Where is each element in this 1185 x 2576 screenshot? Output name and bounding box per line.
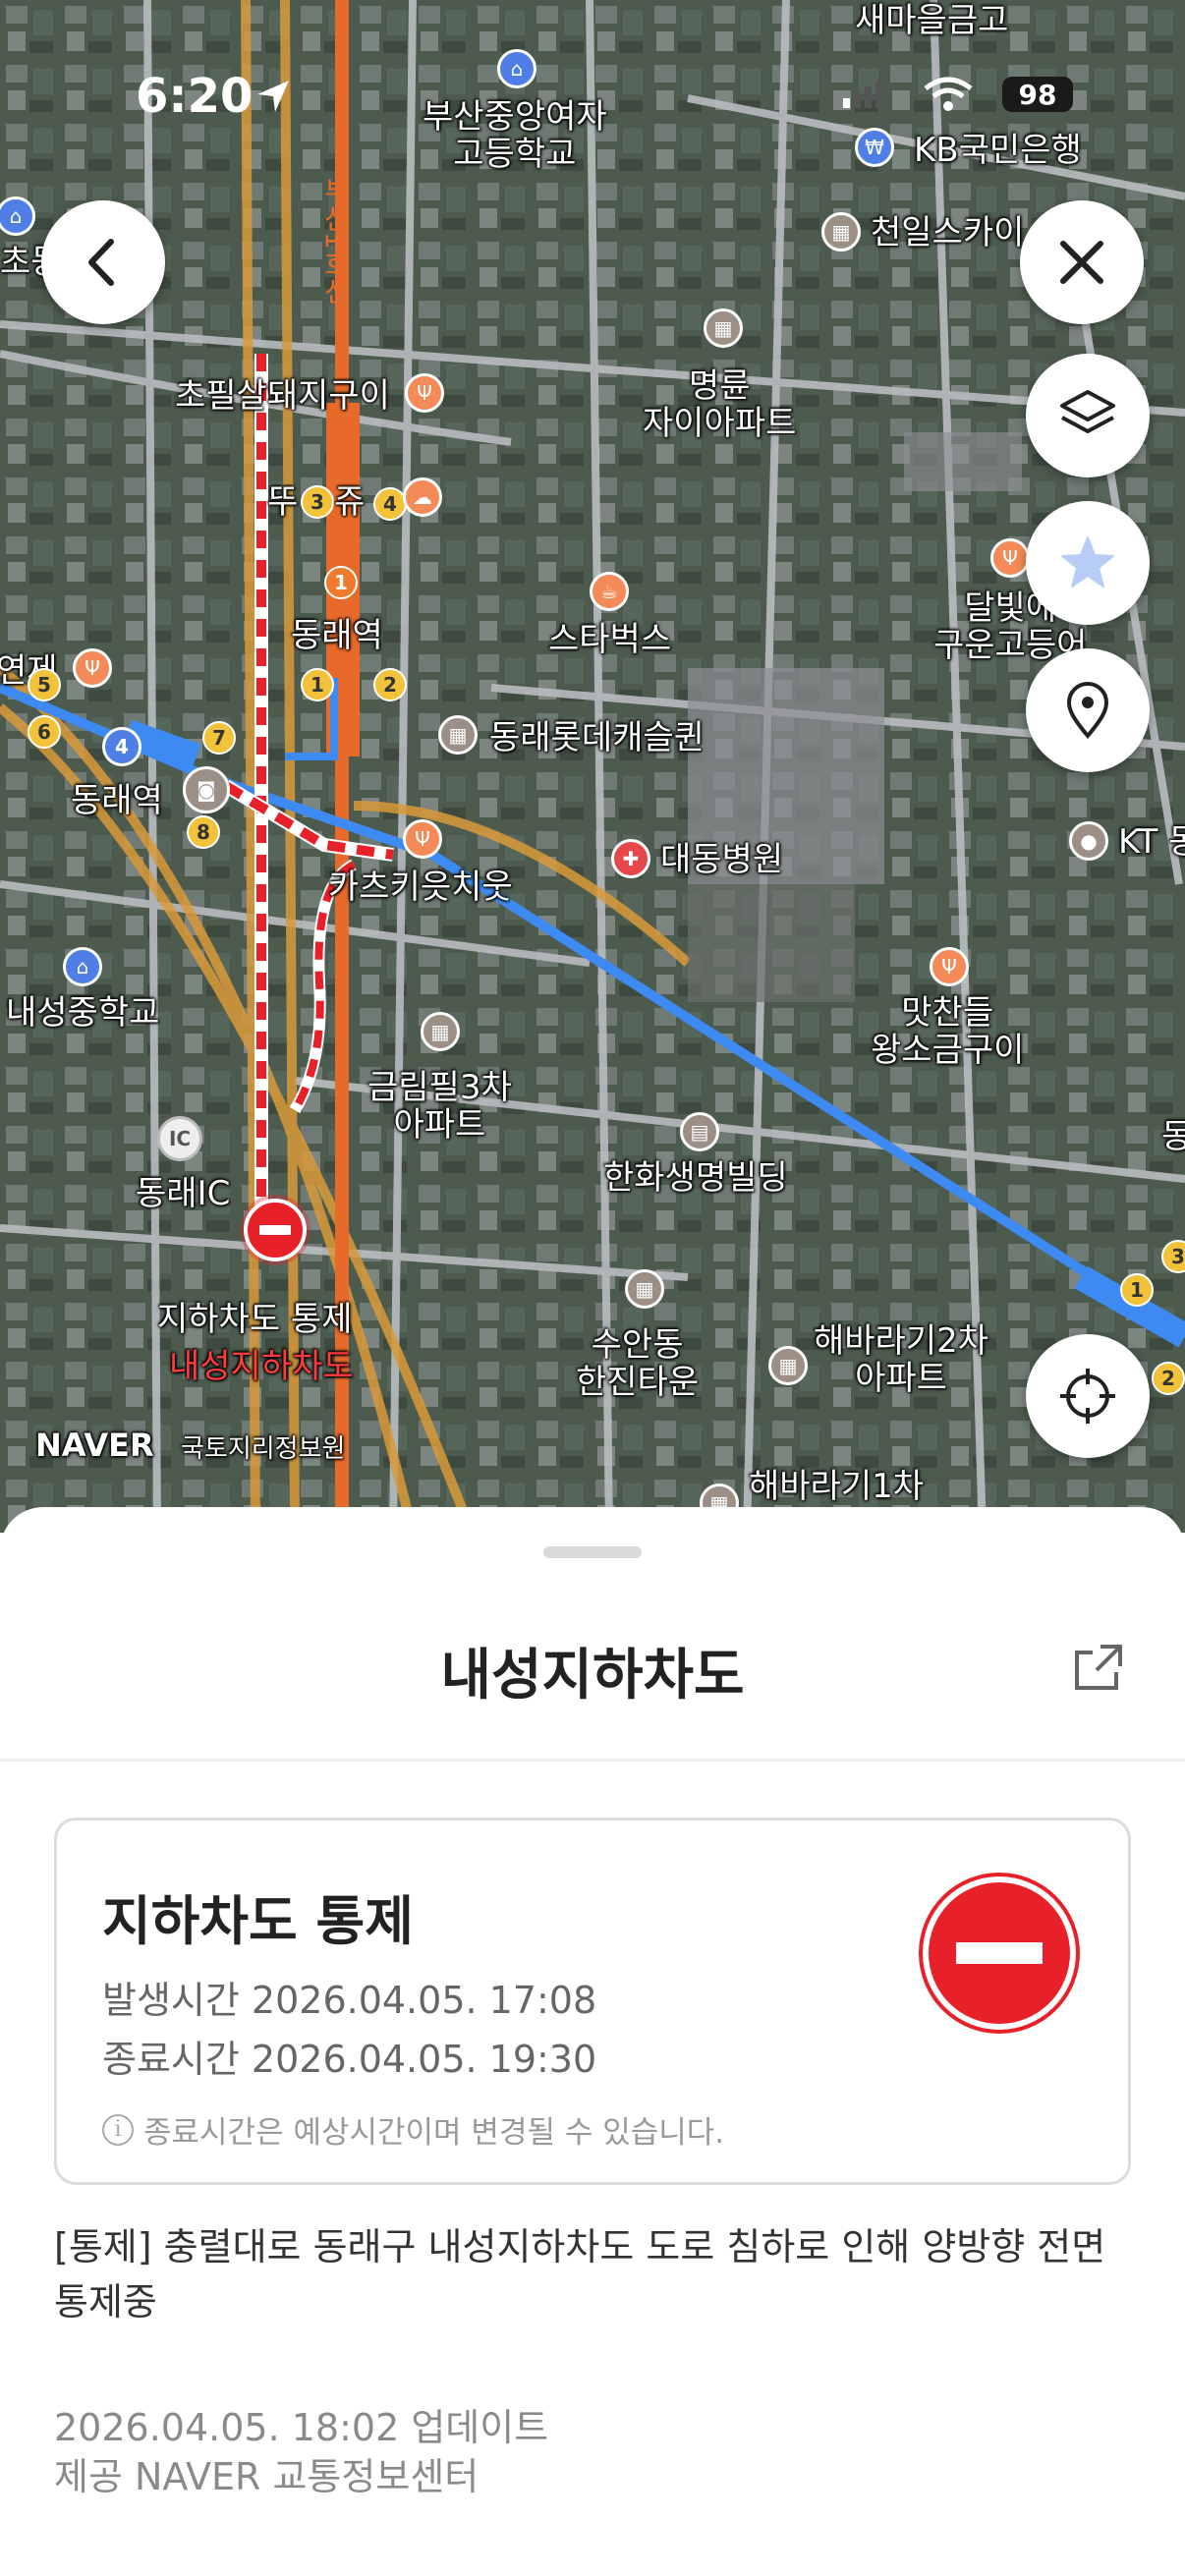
share-icon: [1075, 1645, 1122, 1690]
map-view[interactable]: 6:20 98 새마을금고 ⌂ 부산중앙여자 고등학교 ₩ KB국민은행 ▦ 천…: [0, 0, 1185, 1533]
incident-end-time: 종료시간 2026.04.05. 19:30: [102, 2038, 597, 2081]
building-poi-icon-hanwha[interactable]: ▤: [680, 1112, 719, 1151]
label-starbucks[interactable]: 스타벅스: [548, 621, 671, 658]
signal-icon: [843, 81, 882, 108]
label-kt[interactable]: KT 동: [1118, 823, 1185, 861]
apartment-poi-icon-suandong[interactable]: ▦: [625, 1269, 664, 1309]
crosshair-icon: [1060, 1369, 1115, 1424]
incident-description: [통제] 충렬대로 동래구 내성지하차도 도로 침하로 인해 양방향 전면 통제…: [54, 2225, 1106, 2324]
label-chopil[interactable]: 초필살돼지구이: [175, 377, 390, 415]
incident-note: i 종료시간은 예상시간이며 변경될 수 있습니다.: [102, 2107, 724, 2152]
label-dongnae-station-top[interactable]: 동래역: [291, 617, 383, 654]
no-entry-icon: [919, 1873, 1080, 2034]
favorite-button[interactable]: [1026, 501, 1150, 625]
label-underpass-control[interactable]: 지하차도 통제: [157, 1301, 353, 1338]
label-geumrim[interactable]: 금림필3차 아파트: [367, 1069, 512, 1144]
exit-4-badge: 4: [373, 487, 407, 521]
incident-note-text: 종료시간은 예상시간이며 변경될 수 있습니다.: [143, 2115, 725, 2151]
exit-3-badge: 3: [301, 485, 334, 519]
exit-2-badge-right: 2: [1152, 1362, 1185, 1395]
exit-7-badge: 7: [202, 721, 236, 755]
battery-level: 98: [1018, 78, 1057, 111]
apartment-poi-icon-lotte[interactable]: ▦: [438, 715, 478, 755]
hospital-poi-icon[interactable]: ✚: [611, 839, 650, 878]
apartment-poi-icon-geumrim[interactable]: ▦: [421, 1012, 460, 1051]
label-saemaeul[interactable]: 새마을금고: [855, 2, 1008, 39]
line4-badge: 4: [102, 727, 141, 766]
apartment-poi-icon-haebaragi2[interactable]: ▦: [768, 1346, 808, 1385]
label-line1: 부산1호선: [319, 177, 352, 305]
info-icon: i: [102, 2113, 134, 2146]
restaurant-poi-icon[interactable]: Ψ: [405, 373, 444, 413]
incident-title: 지하차도 통제: [102, 1890, 414, 1952]
divider: [0, 1759, 1185, 1762]
close-button[interactable]: [1020, 200, 1144, 324]
ic-icon[interactable]: IC: [157, 1116, 202, 1161]
layers-icon: [1060, 390, 1115, 433]
school-poi-icon[interactable]: ⌂: [497, 49, 536, 88]
provider: 제공 NAVER 교통정보센터: [54, 2455, 480, 2498]
label-kb-bank[interactable]: KB국민은행: [914, 132, 1082, 169]
restaurant-poi-icon-dalbit[interactable]: Ψ: [990, 538, 1030, 578]
school-poi-icon-naeseong[interactable]: ⌂: [63, 947, 102, 986]
sheet-title: 내성지하차도: [440, 1644, 745, 1708]
label-matchan[interactable]: 맛찬들 왕소금구이: [871, 994, 1024, 1069]
share-button[interactable]: [1071, 1639, 1130, 1698]
bottom-sheet[interactable]: 내성지하차도 지하차도 통제 발생시간 2026.04.05. 17:08 종료…: [0, 1507, 1185, 2576]
label-hanwha[interactable]: 한화생명빌딩: [603, 1159, 788, 1197]
restaurant-poi-icon-katsu[interactable]: Ψ: [403, 819, 442, 859]
incident-occurred-time: 발생시간 2026.04.05. 17:08: [102, 1979, 597, 2022]
status-time: 6:20: [136, 69, 254, 124]
back-button[interactable]: [41, 200, 165, 324]
battery-icon: 98: [1002, 77, 1073, 112]
exit-5-badge: 5: [28, 668, 61, 701]
label-daedong[interactable]: 대동병원: [660, 841, 783, 878]
update-time: 2026.04.05. 18:02 업데이트: [54, 2406, 549, 2449]
label-dongnae-ic[interactable]: 동래IC: [136, 1175, 230, 1212]
label-dongnae-station-left[interactable]: 동래역: [71, 782, 163, 819]
label-dongnae-lotte[interactable]: 동래롯데캐슬퀸: [489, 719, 705, 756]
cctv-icon[interactable]: ◙: [183, 766, 230, 813]
label-naeseong-underpass[interactable]: 내성지하차도: [169, 1348, 354, 1385]
label-suandong[interactable]: 수안동 한진타운: [576, 1326, 699, 1401]
close-icon: [1060, 241, 1103, 284]
label-busan-girls-high[interactable]: 부산중앙여자 고등학교: [423, 98, 607, 173]
exit-6-badge: 6: [28, 715, 61, 749]
label-myeongryun[interactable]: 명륜 자이아파트: [643, 367, 796, 442]
exit-2-badge: 2: [373, 668, 407, 701]
wifi-icon: [924, 77, 973, 111]
label-naeseong-middle[interactable]: 내성중학교: [6, 994, 159, 1032]
incident-card: 지하차도 통제 발생시간 2026.04.05. 17:08 종료시간 2026…: [54, 1818, 1131, 2185]
location-pin-button[interactable]: [1026, 648, 1150, 772]
label-dong-edge[interactable]: 동: [1161, 1118, 1185, 1155]
cafe-poi-icon[interactable]: ☁: [403, 477, 442, 517]
naver-logo: NAVER: [35, 1427, 154, 1464]
label-haebaragi2[interactable]: 해바라기2차 아파트: [814, 1322, 988, 1397]
star-icon: [1061, 536, 1114, 588]
map-pin-icon: [1066, 682, 1109, 740]
sheet-drag-handle[interactable]: [543, 1546, 642, 1558]
line1-badge: 1: [324, 566, 358, 599]
starbucks-poi-icon[interactable]: ☕: [590, 572, 629, 611]
exit-8-badge: 8: [187, 815, 220, 849]
restaurant-poi-icon-yeonje[interactable]: Ψ: [73, 648, 112, 688]
exit-1-badge-right: 1: [1120, 1273, 1154, 1307]
layers-button[interactable]: [1026, 354, 1150, 477]
label-ttu[interactable]: 뚜: [267, 483, 298, 521]
bank-poi-icon[interactable]: ₩: [855, 128, 894, 167]
location-arrow-icon: [257, 81, 289, 112]
chevron-left-icon: [88, 239, 114, 286]
label-katsu[interactable]: 카츠키읏치웃: [328, 868, 513, 906]
kt-poi-icon[interactable]: ●: [1069, 821, 1108, 861]
label-cheonil-sky[interactable]: 천일스카이: [871, 214, 1024, 252]
restaurant-poi-icon-matchan[interactable]: Ψ: [930, 947, 969, 986]
label-haebaragi1[interactable]: 해바라기1차: [749, 1468, 924, 1505]
apartment-poi-icon[interactable]: ▦: [821, 212, 861, 252]
current-location-button[interactable]: [1026, 1334, 1150, 1458]
label-ngii: 국토지리정보원: [181, 1434, 346, 1464]
label-ju[interactable]: 쥬: [334, 483, 365, 521]
exit-1-badge: 1: [301, 668, 334, 701]
apartment-poi-icon-myeongryun[interactable]: ▦: [704, 308, 743, 348]
